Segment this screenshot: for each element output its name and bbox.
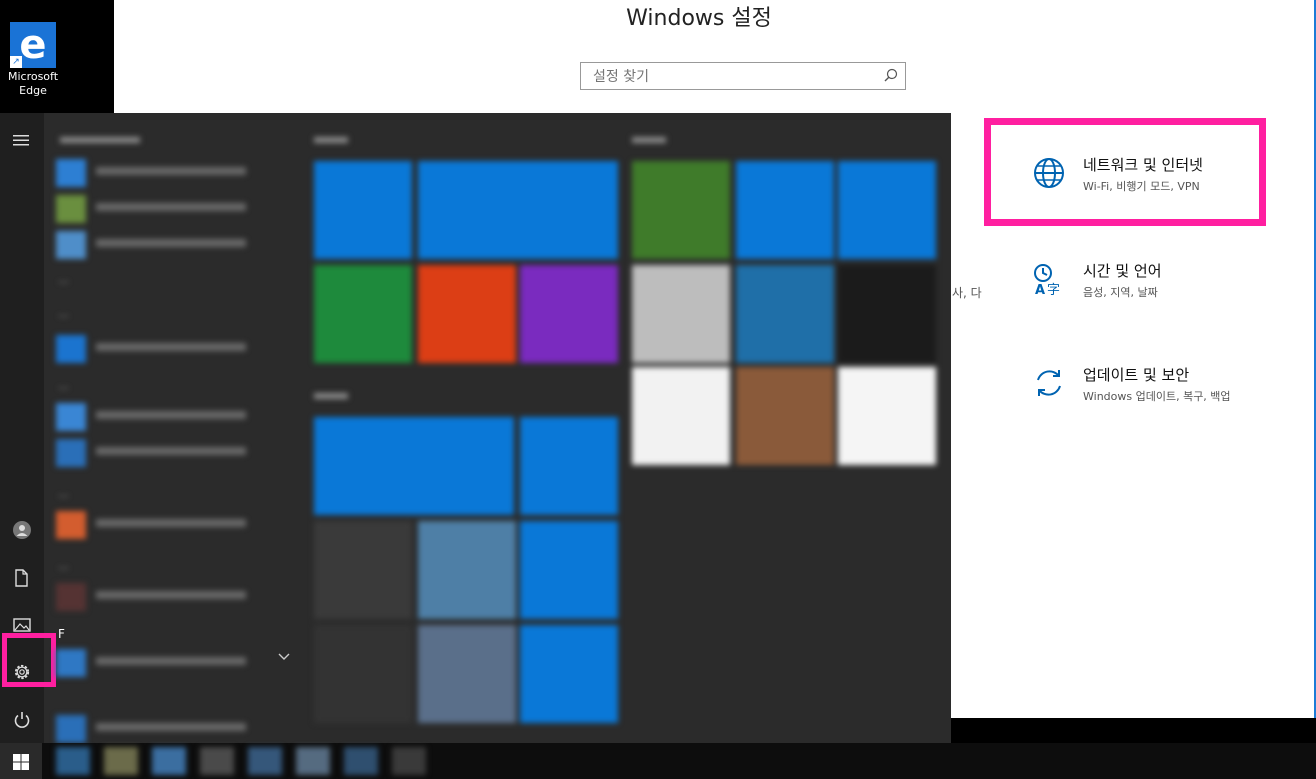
- tile[interactable]: [314, 161, 412, 259]
- taskbar-apps[interactable]: [56, 747, 432, 775]
- sync-arrows-icon: [1037, 370, 1061, 396]
- list-item[interactable]: [56, 193, 296, 225]
- list-letter: —: [58, 381, 69, 394]
- list-letter: —: [58, 561, 69, 574]
- hamburger-icon: [13, 135, 29, 146]
- truncated-category-text: 사, 다: [952, 286, 982, 300]
- tile[interactable]: [520, 417, 618, 515]
- power-button[interactable]: [0, 701, 44, 737]
- time-language-icon: A 字: [1034, 264, 1060, 296]
- windows-logo-icon: [13, 754, 29, 770]
- user-icon: [13, 521, 31, 539]
- list-item[interactable]: [56, 333, 296, 365]
- tile[interactable]: [314, 521, 412, 619]
- list-item[interactable]: [56, 647, 296, 679]
- category-time-language[interactable]: A 字 시간 및 언어 음성, 지역, 날짜: [1032, 258, 1292, 322]
- shortcut-arrow-icon: ↗: [10, 56, 22, 68]
- start-menu: — — — — — F: [0, 113, 951, 743]
- documents-icon: [15, 569, 28, 587]
- tile[interactable]: [632, 265, 730, 363]
- tile[interactable]: [520, 521, 618, 619]
- edge-logo-icon: e ↗: [10, 22, 56, 68]
- list-item[interactable]: [56, 157, 296, 189]
- list-item[interactable]: [56, 401, 296, 433]
- category-title: 시간 및 언어: [1083, 262, 1162, 280]
- taskbar: [0, 743, 1316, 779]
- list-item[interactable]: [56, 581, 296, 613]
- edge-desktop-shortcut[interactable]: e ↗ Microsoft Edge: [4, 22, 62, 98]
- tile[interactable]: [418, 521, 516, 619]
- svg-text:A: A: [1035, 283, 1045, 296]
- tile[interactable]: [736, 367, 834, 465]
- documents-button[interactable]: [0, 559, 44, 595]
- list-header: [60, 137, 140, 143]
- list-letter: —: [58, 275, 69, 288]
- settings-search-box[interactable]: [580, 62, 906, 90]
- list-item[interactable]: [56, 509, 296, 541]
- settings-title: Windows 설정: [626, 6, 772, 31]
- tile[interactable]: [736, 265, 834, 363]
- tile[interactable]: [520, 625, 618, 723]
- tile[interactable]: [632, 161, 730, 259]
- start-tiles[interactable]: [300, 113, 951, 743]
- tile[interactable]: [418, 161, 618, 259]
- tile[interactable]: [418, 625, 516, 723]
- settings-search-input[interactable]: [591, 67, 875, 87]
- power-icon: [14, 712, 30, 728]
- expand-menu-button[interactable]: [0, 123, 44, 159]
- list-section-letter: F: [58, 627, 65, 641]
- tile[interactable]: [314, 265, 412, 363]
- chevron-down-icon[interactable]: [278, 653, 290, 661]
- tile[interactable]: [838, 265, 936, 363]
- highlight-box-network: [984, 118, 1266, 226]
- pictures-icon: [13, 618, 31, 632]
- app-list[interactable]: — — — — —: [44, 113, 300, 743]
- category-update-security[interactable]: 업데이트 및 보안 Windows 업데이트, 복구, 백업: [1032, 362, 1292, 426]
- category-subtitle: Windows 업데이트, 복구, 백업: [1083, 390, 1231, 403]
- tile[interactable]: [314, 625, 412, 723]
- tile[interactable]: [314, 417, 514, 515]
- tile[interactable]: [520, 265, 618, 363]
- list-letter: —: [58, 309, 69, 322]
- search-icon: [884, 68, 898, 82]
- start-button[interactable]: [0, 743, 42, 779]
- list-item[interactable]: [56, 713, 296, 743]
- svg-text:字: 字: [1047, 283, 1060, 296]
- tile[interactable]: [632, 367, 730, 465]
- list-item[interactable]: [56, 229, 296, 261]
- category-title: 업데이트 및 보안: [1083, 366, 1190, 384]
- category-subtitle: 음성, 지역, 날짜: [1083, 286, 1158, 299]
- user-account-button[interactable]: [0, 511, 44, 547]
- tile[interactable]: [736, 161, 834, 259]
- edge-shortcut-label: Microsoft Edge: [7, 70, 59, 97]
- tile[interactable]: [838, 161, 936, 259]
- tile[interactable]: [838, 367, 936, 465]
- tile[interactable]: [418, 265, 516, 363]
- list-item[interactable]: [56, 437, 296, 469]
- list-letter: —: [58, 489, 69, 502]
